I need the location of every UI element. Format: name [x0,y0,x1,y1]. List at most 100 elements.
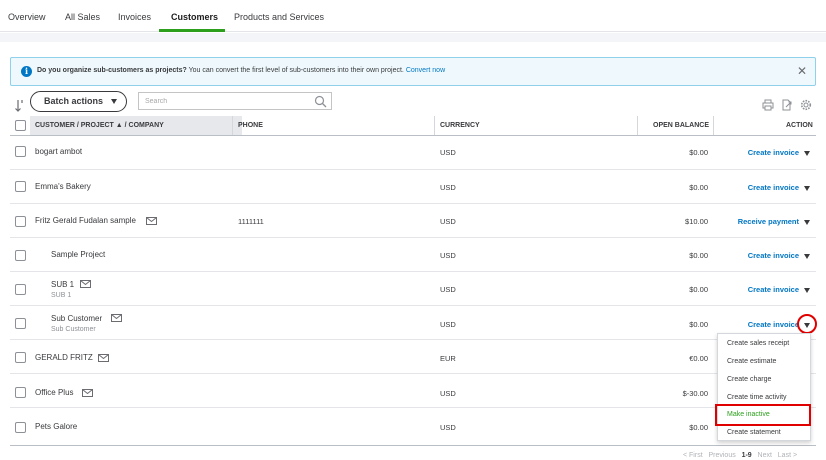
table-row[interactable]: GERALD FRITZ EUR €0.00 [10,340,816,374]
receive-payment-link[interactable]: Receive payment [738,217,799,226]
menu-item-create-time-activity[interactable]: Create time activity [727,394,787,401]
table-row[interactable]: Pets Galore USD $0.00 [10,408,816,442]
table-row[interactable]: Fritz Gerald Fudalan sample 1111111 USD … [10,204,816,238]
chevron-down-icon[interactable] [804,220,810,225]
currency-value: USD [440,183,456,192]
mail-icon[interactable] [146,217,157,225]
print-icon[interactable] [762,99,774,111]
convert-now-link[interactable]: Convert now [406,67,445,74]
tab-invoices[interactable]: Invoices [118,12,151,22]
highlight-box [715,404,811,426]
currency-value: USD [440,423,456,432]
table-row[interactable]: bogart ambot USD $0.00 Create invoice [10,136,816,170]
open-balance-value: $0.00 [689,285,708,294]
open-balance-value: $0.00 [689,320,708,329]
column-separator [232,116,233,135]
chevron-down-icon[interactable] [804,254,810,259]
table-row[interactable]: Sample Project USD $0.00 Create invoice [10,238,816,272]
active-tab-indicator [159,29,225,32]
header-currency[interactable]: CURRENCY [440,116,480,135]
header-phone[interactable]: PHONE [238,116,263,135]
chevron-down-icon[interactable] [804,186,810,191]
customer-name[interactable]: Emma's Bakery [35,182,91,191]
customer-name[interactable]: Pets Galore [35,422,77,431]
phone-value: 1111111 [238,217,264,226]
table-row[interactable]: Office Plus USD $-30.00 [10,374,816,408]
chevron-down-icon[interactable] [804,288,810,293]
search-box [138,92,332,110]
customer-name[interactable]: Sub Customer [51,314,102,323]
customer-name[interactable]: SUB 1 [51,280,74,289]
batch-actions-label: Batch actions [44,96,104,106]
create-invoice-link[interactable]: Create invoice [748,148,799,157]
tab-overview[interactable]: Overview [8,12,46,22]
currency-value: USD [440,285,456,294]
sort-icon[interactable] [14,99,26,113]
header-open-balance[interactable]: OPEN BALANCE [653,116,709,135]
open-balance-value: $-30.00 [682,389,708,398]
search-input[interactable] [139,93,309,109]
row-checkbox[interactable] [15,181,26,192]
row-checkbox[interactable] [15,352,26,363]
currency-value: EUR [440,354,456,363]
search-icon[interactable] [314,95,327,108]
tab-products-and-services[interactable]: Products and Services [234,12,324,22]
last-page-link[interactable]: Last > [778,452,797,459]
create-invoice-link[interactable]: Create invoice [748,320,799,329]
menu-item-create-statement[interactable]: Create statement [727,429,781,436]
batch-actions-button[interactable]: Batch actions [30,91,127,112]
currency-value: USD [440,148,456,157]
tab-all-sales[interactable]: All Sales [65,12,100,22]
open-balance-value: $10.00 [685,217,708,226]
create-invoice-link[interactable]: Create invoice [748,251,799,260]
column-separator [637,116,638,135]
first-page-link[interactable]: < First [683,452,703,459]
export-icon[interactable] [781,99,793,111]
mail-icon[interactable] [98,354,109,362]
menu-item-create-sales-receipt[interactable]: Create sales receipt [727,340,789,347]
open-balance-value: $0.00 [689,148,708,157]
next-page-link[interactable]: Next [758,452,772,459]
header-action: ACTION [786,122,813,129]
create-invoice-link[interactable]: Create invoice [748,183,799,192]
header-customer[interactable]: CUSTOMER / PROJECT ▲ / COMPANY [35,116,164,135]
top-nav: Overview All Sales Invoices Customers Pr… [0,0,826,32]
previous-page-link[interactable]: Previous [708,452,735,459]
mail-icon[interactable] [80,280,91,288]
mail-icon[interactable] [82,389,93,397]
table-header: CUSTOMER / PROJECT ▲ / COMPANY PHONE CUR… [10,116,816,135]
select-all-checkbox[interactable] [15,120,26,131]
customer-name[interactable]: Fritz Gerald Fudalan sample [35,216,136,225]
pagination: < First Previous 1-9 Next Last > [683,452,797,459]
tab-customers[interactable]: Customers [171,12,218,22]
customer-name[interactable]: GERALD FRITZ [35,353,93,362]
menu-item-create-charge[interactable]: Create charge [727,376,771,383]
currency-value: USD [440,389,456,398]
customer-name[interactable]: bogart ambot [35,147,82,156]
row-checkbox[interactable] [15,146,26,157]
row-checkbox[interactable] [15,318,26,329]
chevron-down-icon[interactable] [804,151,810,156]
close-icon[interactable]: ✕ [797,64,807,78]
row-checkbox[interactable] [15,387,26,398]
projects-info-banner: i Do you organize sub-customers as proje… [10,57,816,86]
table-row[interactable]: SUB 1 SUB 1 USD $0.00 Create invoice [10,272,816,306]
column-separator [713,116,714,135]
currency-value: USD [440,320,456,329]
company-name: Sub Customer [51,326,96,333]
row-checkbox[interactable] [15,216,26,227]
menu-item-create-estimate[interactable]: Create estimate [727,358,776,365]
gear-icon[interactable] [800,99,812,111]
table-row[interactable]: Emma's Bakery USD $0.00 Create invoice [10,170,816,204]
row-checkbox[interactable] [15,422,26,433]
table-row[interactable]: Sub Customer Sub Customer USD $0.00 Crea… [10,306,816,340]
customer-name[interactable]: Office Plus [35,388,74,397]
row-checkbox[interactable] [15,250,26,261]
create-invoice-link[interactable]: Create invoice [748,285,799,294]
row-checkbox[interactable] [15,284,26,295]
mail-icon[interactable] [111,314,122,322]
company-name: SUB 1 [51,292,72,299]
header-divider [0,33,826,42]
customer-name[interactable]: Sample Project [51,250,105,259]
currency-value: USD [440,217,456,226]
